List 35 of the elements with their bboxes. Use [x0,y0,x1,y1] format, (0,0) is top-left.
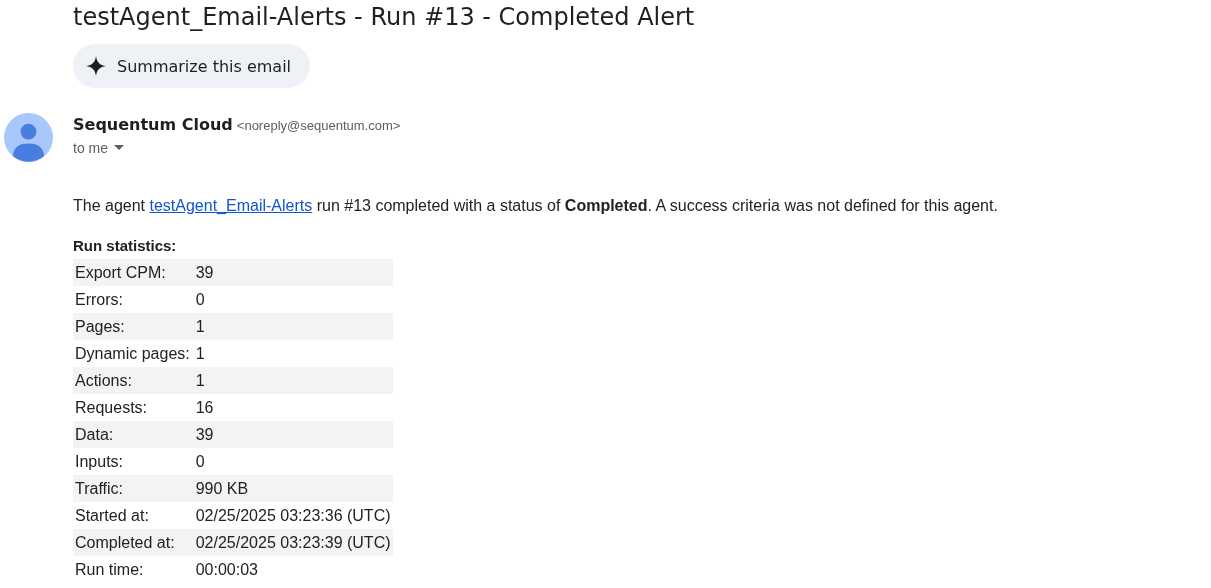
stat-label: Requests: [74,398,149,418]
stat-label: Run time: [74,560,145,580]
stat-value: 02/25/2025 03:23:36 (UTC) [194,506,392,526]
stat-label: Data: [74,425,115,445]
stat-label: Export CPM: [74,263,167,283]
stat-label: Actions: [74,371,133,391]
caret-icon [114,145,124,151]
stat-value: 990 KB [194,479,250,499]
sender-address: <noreply@sequentum.com> [236,118,401,133]
recipient-dropdown[interactable]: to me [73,140,124,156]
stat-label: Errors: [74,290,124,310]
sender-name: Sequentum Cloud [73,115,233,134]
avatar-icon [4,113,53,162]
agent-link[interactable]: testAgent_Email-Alerts [149,197,313,214]
stat-label: Pages: [74,317,126,337]
stat-label: Started at: [74,506,150,526]
summarize-button[interactable]: Summarize this email [73,44,311,88]
stat-value: 39 [194,263,215,283]
message-text: The agent testAgent_Email-Alerts run #13 completed with a status of Completed. A success criteria was not defined for this agent. [73,196,999,216]
email-subject: testAgent_Email-Alerts - Run #13 - Completed Alert [73,2,695,32]
stat-value: 39 [194,425,215,445]
stat-value: 16 [194,398,215,418]
stat-value: 1 [194,317,206,337]
sparkle-icon [85,55,107,77]
stat-value: 0 [194,290,206,310]
stat-value: 00:00:03 [194,560,259,580]
stats-heading: Run statistics: [73,237,177,254]
stat-label: Traffic: [74,479,124,499]
stat-value: 1 [194,344,206,364]
stat-label: Completed at: [74,533,176,553]
stat-value: 0 [194,452,206,472]
stat-value: 1 [194,371,206,391]
stat-value: 02/25/2025 03:23:39 (UTC) [194,533,392,553]
stat-label: Inputs: [74,452,125,472]
stat-label: Dynamic pages: [74,344,191,364]
